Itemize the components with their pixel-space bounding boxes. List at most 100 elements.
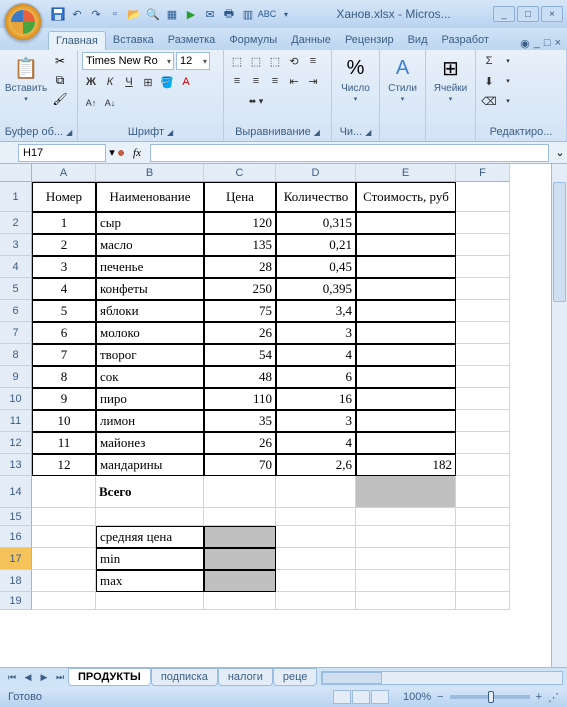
cell-price[interactable]: 70 [204, 454, 276, 476]
dialog-launcher-icon[interactable]: ◢ [365, 128, 371, 137]
stat-label[interactable]: средняя цена [96, 526, 204, 548]
cell-name[interactable]: конфеты [96, 278, 204, 300]
mdi-close-icon[interactable]: × [555, 37, 561, 50]
cell-qty[interactable]: 0,395 [276, 278, 356, 300]
open-icon[interactable]: 📂 [126, 6, 142, 22]
autosum-dropdown[interactable]: ▾ [499, 52, 517, 70]
ribbon-tab-5[interactable]: Рецензир [338, 31, 401, 50]
stat-value[interactable] [204, 526, 276, 548]
ribbon-tab-2[interactable]: Разметка [161, 31, 223, 50]
cell[interactable] [356, 548, 456, 570]
cell-num[interactable]: 1 [32, 212, 96, 234]
qat-icon-2[interactable]: ▥ [240, 6, 256, 22]
help-icon[interactable]: ◉ [520, 37, 530, 50]
cell[interactable] [356, 592, 456, 610]
cell-num[interactable]: 9 [32, 388, 96, 410]
cell-name[interactable]: лимон [96, 410, 204, 432]
resize-grip-icon[interactable]: ⋰ [548, 691, 559, 704]
cell-num[interactable]: 5 [32, 300, 96, 322]
cell-cost[interactable] [356, 344, 456, 366]
name-box[interactable]: H17 [18, 144, 106, 162]
stat-value[interactable] [204, 548, 276, 570]
total-cost[interactable] [356, 476, 456, 508]
sheet-tab-3[interactable]: реце [273, 668, 318, 686]
cell[interactable] [276, 592, 356, 610]
sheet-tab-0[interactable]: ПРОДУКТЫ [68, 668, 151, 686]
increase-indent-button[interactable]: ⇥ [304, 72, 322, 90]
column-header-E[interactable]: E [356, 164, 456, 182]
cell[interactable] [96, 508, 204, 526]
format-painter-icon[interactable]: 🖌 [51, 90, 69, 108]
cell-name[interactable]: мандарины [96, 454, 204, 476]
row-header-1[interactable]: 1 [0, 182, 32, 212]
cell-price[interactable]: 120 [204, 212, 276, 234]
office-button[interactable] [4, 3, 42, 41]
align-center-button[interactable]: ≡ [247, 72, 265, 90]
select-all-corner[interactable] [0, 164, 32, 182]
cell-qty[interactable]: 4 [276, 432, 356, 454]
row-header-15[interactable]: 15 [0, 508, 32, 526]
decrease-indent-button[interactable]: ⇤ [285, 72, 303, 90]
row-header-11[interactable]: 11 [0, 410, 32, 432]
cell[interactable] [204, 508, 276, 526]
align-top-button[interactable]: ⬚ [228, 52, 246, 70]
zoom-slider[interactable] [450, 695, 530, 699]
cell-name[interactable]: сыр [96, 212, 204, 234]
quick-print-icon[interactable]: 🖶 [221, 6, 237, 22]
header-cell[interactable]: Цена [204, 182, 276, 212]
ribbon-tab-3[interactable]: Формулы [222, 31, 284, 50]
column-header-C[interactable]: C [204, 164, 276, 182]
zoom-out-button[interactable]: − [437, 691, 443, 703]
cell-cost[interactable] [356, 322, 456, 344]
paste-button[interactable]: 📋 Вставить ▾ [4, 52, 48, 105]
minimize-button[interactable]: _ [493, 6, 515, 22]
cell[interactable] [456, 212, 510, 234]
new-icon[interactable]: ▫ [107, 6, 123, 22]
cell-qty[interactable]: 3 [276, 322, 356, 344]
cell-num[interactable]: 7 [32, 344, 96, 366]
copy-icon[interactable]: ⧉ [51, 71, 69, 89]
run-icon[interactable]: ▶ [183, 6, 199, 22]
cells-button[interactable]: ⊞Ячейки▾ [430, 52, 471, 105]
cell-num[interactable]: 3 [32, 256, 96, 278]
ribbon-tab-1[interactable]: Вставка [106, 31, 161, 50]
cell-name[interactable]: молоко [96, 322, 204, 344]
view-layout-button[interactable] [352, 690, 370, 704]
cell[interactable] [276, 508, 356, 526]
cell-qty[interactable]: 2,6 [276, 454, 356, 476]
row-header-17[interactable]: 17 [0, 548, 32, 570]
cell-price[interactable]: 35 [204, 410, 276, 432]
cell-qty[interactable]: 6 [276, 366, 356, 388]
scrollbar-thumb[interactable] [322, 672, 382, 684]
dialog-launcher-icon[interactable]: ◢ [167, 128, 173, 137]
cell-cost[interactable] [356, 388, 456, 410]
mdi-restore-icon[interactable]: □ [544, 37, 551, 50]
cell-name[interactable]: печенье [96, 256, 204, 278]
tab-nav-last-icon[interactable]: ⏭ [52, 670, 68, 686]
align-right-button[interactable]: ≡ [266, 72, 284, 90]
row-header-7[interactable]: 7 [0, 322, 32, 344]
formula-input[interactable] [150, 144, 549, 162]
cell[interactable] [456, 570, 510, 592]
cell-name[interactable]: майонез [96, 432, 204, 454]
cell[interactable] [456, 182, 510, 212]
row-header-14[interactable]: 14 [0, 476, 32, 508]
vertical-scrollbar[interactable] [551, 164, 567, 667]
cell-qty[interactable]: 0,45 [276, 256, 356, 278]
print-preview-icon[interactable]: 🔍 [145, 6, 161, 22]
column-header-B[interactable]: B [96, 164, 204, 182]
cell-price[interactable]: 75 [204, 300, 276, 322]
cell[interactable] [456, 344, 510, 366]
cell-name[interactable]: творог [96, 344, 204, 366]
cell-num[interactable]: 2 [32, 234, 96, 256]
align-left-button[interactable]: ≡ [228, 72, 246, 90]
tab-nav-next-icon[interactable]: ▶ [36, 670, 52, 686]
underline-button[interactable]: Ч [120, 73, 138, 91]
header-cell[interactable]: Стоимость, руб [356, 182, 456, 212]
cell[interactable] [32, 570, 96, 592]
autosum-button[interactable]: Σ [480, 52, 498, 70]
cell-cost[interactable] [356, 256, 456, 278]
ribbon-tab-4[interactable]: Данные [284, 31, 338, 50]
italic-button[interactable]: К [101, 73, 119, 91]
cell[interactable] [456, 300, 510, 322]
